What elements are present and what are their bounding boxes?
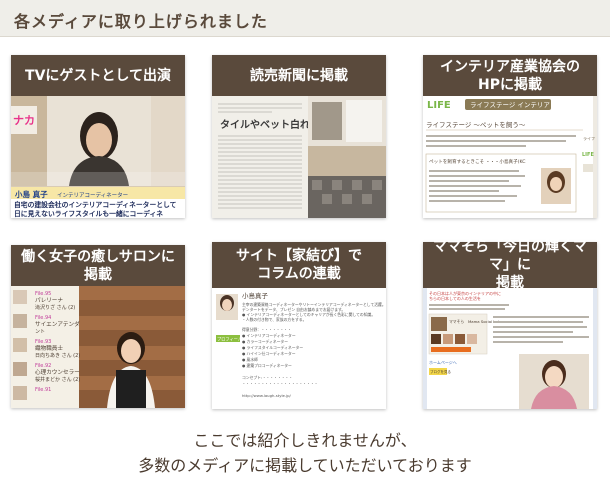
media-card-tv[interactable]: TVにゲストとして出演 ナカ 小島 真子 インテリアコーディネーター 自宅の建設… bbox=[11, 55, 185, 218]
mamasora-website-thumbnail[interactable]: その日本は人が東京のインテリアの中に ちらの日本しての人の生活を ママそら Ma… bbox=[423, 288, 597, 409]
lifestage-badge: ライフステージ インテリア bbox=[470, 101, 550, 109]
svg-text:● 建築プロコーディネーター: ● 建築プロコーディネーター bbox=[242, 363, 292, 368]
svg-text:File.93: File.93 bbox=[35, 339, 51, 345]
tv-screenshot-image: ナカ 小島 真子 インテリアコーディネーター 自宅の建設会社のインテリアコーディ… bbox=[11, 96, 185, 218]
svg-text:桜井まどか さん (2): 桜井まどか さん (2) bbox=[35, 376, 80, 383]
card-title: サイト【家結び】で コラムの連載 bbox=[212, 242, 386, 288]
svg-text:・・・・・・・・・・・・・・・・・・・・: ・・・・・・・・・・・・・・・・・・・・ bbox=[242, 381, 318, 386]
svg-text:心理カウンセラー: 心理カウンセラー bbox=[35, 368, 80, 376]
newspaper-headline: タイルやベット白れて bbox=[220, 118, 320, 131]
svg-text:得意分野：・・・・・・・・: 得意分野：・・・・・・・・ bbox=[242, 327, 291, 332]
svg-text:● カラーコーディネーター: ● カラーコーディネーター bbox=[242, 339, 288, 344]
newspaper-thumbnail[interactable]: タイルやベット白れて bbox=[212, 96, 386, 218]
svg-text:コンセプト:・・・・・・・・: コンセプト:・・・・・・・・ bbox=[242, 375, 293, 380]
media-card-newspaper[interactable]: 読売新聞に掲載 タイルやベット白れて bbox=[212, 55, 386, 218]
tv-caption-line1: 自宅の建設会社のインテリアコーディネーターとして bbox=[14, 200, 177, 209]
svg-text:File.91: File.91 bbox=[35, 387, 51, 393]
media-card-salon[interactable]: 働く女子の癒しサロンに掲載 File.95 パレリーナ 滝沢りざ さん (2) bbox=[11, 245, 185, 408]
tv-channel-logo: ナカ bbox=[13, 114, 35, 127]
svg-text:パレリーナ: パレリーナ bbox=[35, 297, 63, 304]
media-card-column[interactable]: サイト【家結び】で コラムの連載 小島真子 プロフィール 主宰の建築資格コーディ… bbox=[212, 242, 386, 409]
tv-screenshot-thumbnail[interactable]: ナカ 小島 真子 インテリアコーディネーター 自宅の建設会社のインテリアコーディ… bbox=[11, 96, 185, 218]
footer-caption: ここでは紹介しきれませんが、 多数のメディアに掲載していただいております bbox=[0, 428, 610, 478]
column-website-thumbnail[interactable]: 小島真子 プロフィール 主宰の建築資格コーディネーターやリトーインテリアコーディ… bbox=[212, 288, 386, 409]
svg-text:● ハイイン仕コーディネーター: ● ハイイン仕コーディネーター bbox=[242, 351, 296, 356]
card-title: 働く女子の癒しサロンに掲載 bbox=[11, 245, 185, 286]
tv-name-plate: 小島 真子 bbox=[15, 189, 48, 199]
footer-line1: ここでは紹介しきれませんが、 bbox=[193, 431, 417, 450]
section-header: 各メディアに取り上げられました bbox=[0, 0, 610, 37]
mamasora-website-image: その日本は人が東京のインテリアの中に ちらの日本しての人の生活を ママそら Ma… bbox=[423, 288, 597, 409]
svg-text:File.95: File.95 bbox=[35, 291, 51, 297]
svg-text:日向ちあき さん (2): 日向ちあき さん (2) bbox=[35, 352, 80, 359]
svg-text:織物職員士: 織物職員士 bbox=[35, 344, 63, 352]
svg-text:滝沢りざ さん (2): 滝沢りざ さん (2) bbox=[35, 304, 75, 311]
svg-text:File.92: File.92 bbox=[35, 363, 51, 369]
salon-website-thumbnail[interactable]: File.95 パレリーナ 滝沢りざ さん (2) File.94 サイエンアテ… bbox=[11, 286, 185, 408]
column-website-image: 小島真子 プロフィール 主宰の建築資格コーディネーターやリトーインテリアコーディ… bbox=[212, 288, 386, 409]
svg-text:ちらの日本しての人の生活を: ちらの日本しての人の生活を bbox=[429, 295, 481, 301]
pet-block-title: ペットを飼育するときこそ ・・・小島真子(KC bbox=[429, 158, 526, 165]
mamasora-link[interactable]: ホームページへ bbox=[429, 359, 457, 365]
svg-text:● 風水師: ● 風水師 bbox=[242, 357, 258, 362]
side-link-1: ライフ bbox=[583, 135, 595, 141]
svg-text:File.94: File.94 bbox=[35, 315, 51, 321]
section-title: 各メディアに取り上げられました bbox=[14, 12, 268, 31]
side-link-2: LIFE bbox=[582, 152, 594, 158]
card-title: インテリア産業協会の HPに掲載 bbox=[423, 55, 597, 96]
svg-text:http://www.laugh-style.jp/: http://www.laugh-style.jp/ bbox=[242, 393, 292, 398]
life-logo: LIFE bbox=[427, 100, 451, 111]
svg-text:ント: ント bbox=[35, 329, 45, 335]
blog-button[interactable]: ブログを見る bbox=[430, 369, 451, 374]
association-website-image: LIFE ライフステージ インテリア ライフステージ 〜ペットを飼う〜 ペットを… bbox=[423, 96, 597, 218]
association-website-thumbnail[interactable]: LIFE ライフステージ インテリア ライフステージ 〜ペットを飼う〜 ペットを… bbox=[423, 96, 597, 218]
media-card-mamasora[interactable]: ママそら「今日の輝くママ」に 掲載 その日本は人が東京のインテリアの中に ちらの… bbox=[423, 239, 597, 409]
newspaper-image: タイルやベット白れて bbox=[212, 96, 386, 218]
svg-text:● ライフスタイルコーディネーター: ● ライフスタイルコーディネーター bbox=[242, 345, 303, 350]
svg-text:・人数の付き物で、家族の方をする。: ・人数の付き物で、家族の方をする。 bbox=[242, 317, 306, 322]
svg-text:● インテリアコーディネーター: ● インテリアコーディネーター bbox=[242, 333, 296, 338]
card-title: TVにゲストとして出演 bbox=[11, 55, 185, 96]
card-title: ママそら「今日の輝くママ」に 掲載 bbox=[423, 239, 597, 291]
column-author-name: 小島真子 bbox=[242, 291, 269, 300]
footer-line2: 多数のメディアに掲載していただいております bbox=[138, 456, 472, 475]
card-title: 読売新聞に掲載 bbox=[212, 55, 386, 96]
svg-text:サイエンアテンダ: サイエンアテンダ bbox=[35, 320, 80, 328]
salon-website-image: File.95 パレリーナ 滝沢りざ さん (2) File.94 サイエンアテ… bbox=[11, 286, 185, 408]
lifestage-section: ライフステージ 〜ペットを飼う〜 bbox=[426, 120, 526, 129]
media-card-interior-association[interactable]: インテリア産業協会の HPに掲載 LIFE ライフステージ インテリア ライフス… bbox=[423, 55, 597, 218]
tv-caption-line2: 日に見えないライフスタイルも一緒にコーディネ bbox=[14, 209, 163, 218]
tv-name-role: インテリアコーディネーター bbox=[57, 191, 128, 199]
